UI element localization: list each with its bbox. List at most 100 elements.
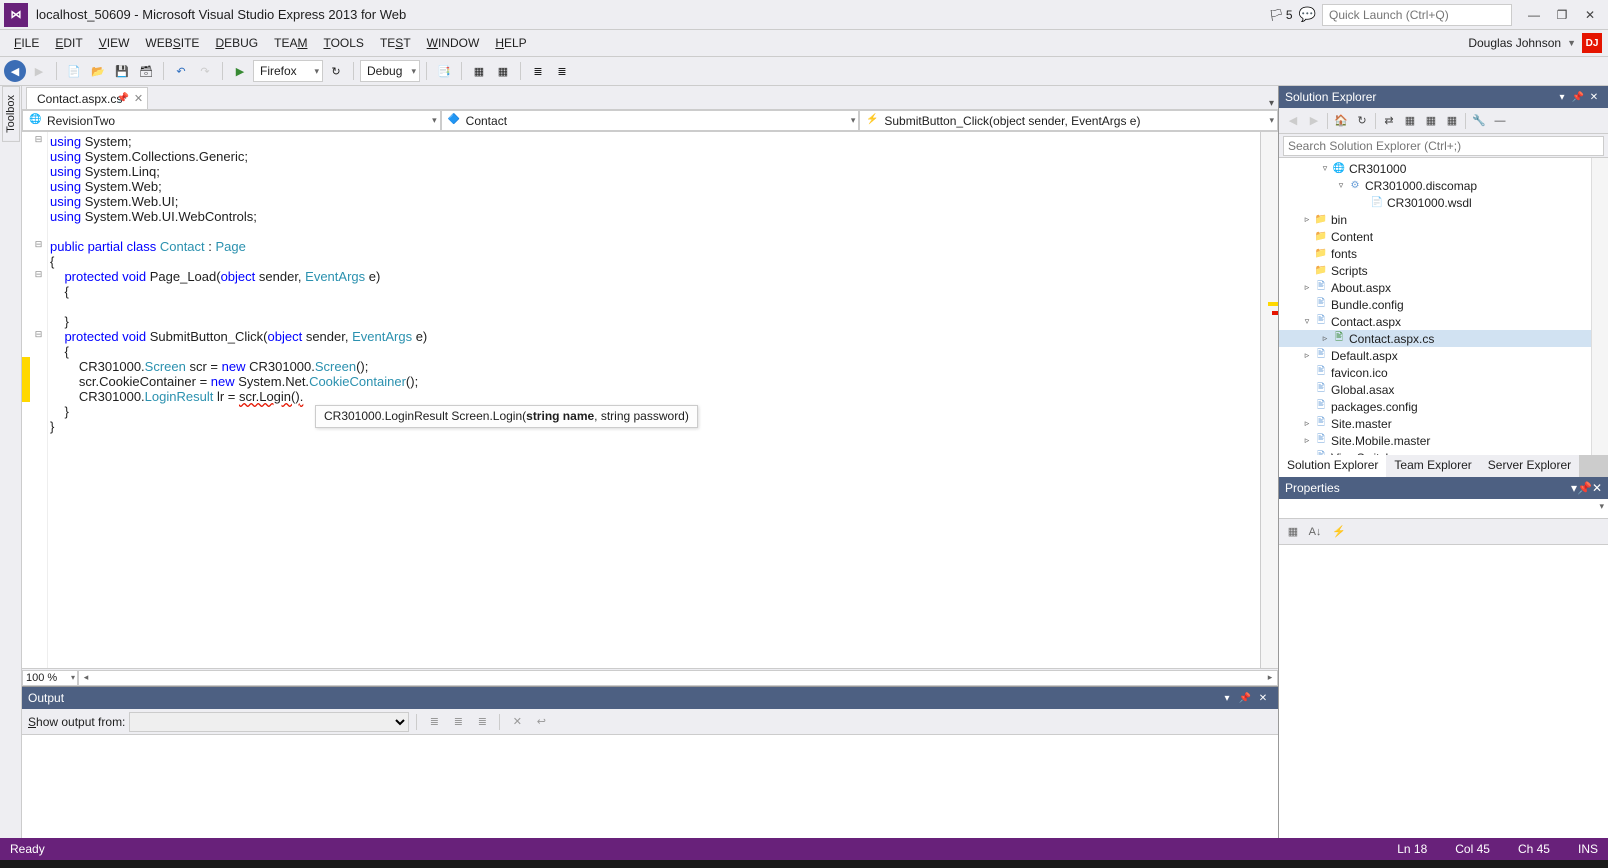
expand-icon[interactable]: ▹: [1301, 452, 1313, 455]
prop-close-icon[interactable]: ✕: [1592, 481, 1602, 495]
tree-item[interactable]: 🖹favicon.ico: [1279, 364, 1608, 381]
output-dropdown-icon[interactable]: ▾: [1218, 693, 1236, 704]
output-btn-5[interactable]: ↩: [531, 712, 551, 732]
output-btn-4[interactable]: ✕: [507, 712, 527, 732]
se-show-all-icon[interactable]: ▦: [1400, 111, 1420, 131]
nav-class-combo[interactable]: 🔷Contact: [441, 110, 860, 131]
se-properties-icon[interactable]: 🔧: [1469, 111, 1489, 131]
tree-item[interactable]: 🖹Bundle.config: [1279, 296, 1608, 313]
new-project-button[interactable]: 📄: [63, 60, 85, 82]
tree-item[interactable]: 📁fonts: [1279, 245, 1608, 262]
tree-item[interactable]: ▹🖹Contact.aspx.cs: [1279, 330, 1608, 347]
zoom-combo[interactable]: 100 %: [22, 670, 78, 686]
horizontal-scrollbar[interactable]: ◂▸: [78, 670, 1278, 686]
menu-help[interactable]: HELP: [487, 32, 534, 54]
tree-item[interactable]: ▹🖹About.aspx: [1279, 279, 1608, 296]
tabs-overflow-icon[interactable]: ▾: [1269, 98, 1278, 109]
save-all-button[interactable]: 🗃: [135, 60, 157, 82]
config-selector[interactable]: Debug: [360, 60, 420, 82]
file-tab-contact[interactable]: Contact.aspx.cs* 📌 ✕: [26, 87, 148, 109]
tree-item[interactable]: ▿🌐CR301000: [1279, 160, 1608, 177]
open-button[interactable]: 📂: [87, 60, 109, 82]
se-pin-icon[interactable]: 📌: [1570, 92, 1586, 103]
undo-button[interactable]: ↶: [170, 60, 192, 82]
prop-az-icon[interactable]: A↓: [1305, 522, 1325, 542]
menu-website[interactable]: WEBSITE: [137, 32, 207, 54]
se-collapse-icon[interactable]: ▦: [1442, 111, 1462, 131]
se-nest-icon[interactable]: ▦: [1421, 111, 1441, 131]
menu-tools[interactable]: TOOLS: [315, 32, 371, 54]
expand-icon[interactable]: ▿: [1319, 163, 1331, 174]
expand-icon[interactable]: ▿: [1335, 180, 1347, 191]
prop-pin-icon[interactable]: 📌: [1577, 481, 1592, 495]
expand-icon[interactable]: ▹: [1301, 350, 1313, 361]
refresh-button[interactable]: ↻: [325, 60, 347, 82]
se-back-icon[interactable]: ◀: [1283, 111, 1303, 131]
tree-item[interactable]: 📁Scripts: [1279, 262, 1608, 279]
output-source-select[interactable]: [129, 712, 409, 732]
expand-icon[interactable]: ▹: [1301, 418, 1313, 429]
tree-item[interactable]: ▿🖹Contact.aspx: [1279, 313, 1608, 330]
menu-debug[interactable]: DEBUG: [207, 32, 266, 54]
tb-icon-1[interactable]: 📑: [433, 60, 455, 82]
vertical-scrollbar[interactable]: [1260, 132, 1278, 668]
close-button[interactable]: ✕: [1576, 4, 1604, 26]
prop-cat-icon[interactable]: ▦: [1283, 522, 1303, 542]
tree-item[interactable]: ▿⚙CR301000.discomap: [1279, 177, 1608, 194]
menu-view[interactable]: VIEW: [91, 32, 138, 54]
fold-icon[interactable]: ⊟: [30, 267, 47, 282]
expand-icon[interactable]: ▹: [1301, 435, 1313, 446]
nav-back-button[interactable]: ◀: [4, 60, 26, 82]
user-dropdown-icon[interactable]: ▼: [1567, 38, 1576, 48]
pin-icon[interactable]: 📌: [117, 93, 129, 104]
fold-icon[interactable]: ⊟: [30, 237, 47, 252]
user-badge[interactable]: DJ: [1582, 33, 1602, 53]
se-home-icon[interactable]: 🏠: [1331, 111, 1351, 131]
tb-icon-4[interactable]: ≣: [527, 60, 549, 82]
se-refresh-icon[interactable]: ↻: [1352, 111, 1372, 131]
fold-icon[interactable]: ⊟: [30, 132, 47, 147]
tree-item[interactable]: ▹🖹ViewSwitcher.ascx: [1279, 449, 1608, 455]
redo-button[interactable]: ↷: [194, 60, 216, 82]
expand-icon[interactable]: ▹: [1301, 282, 1313, 293]
se-sync-icon[interactable]: ⇄: [1379, 111, 1399, 131]
expand-icon[interactable]: ▹: [1319, 333, 1331, 344]
tb-icon-5[interactable]: ≣: [551, 60, 573, 82]
output-btn-1[interactable]: ≣: [424, 712, 444, 732]
tree-item[interactable]: ▹🖹Site.Mobile.master: [1279, 432, 1608, 449]
output-btn-2[interactable]: ≣: [448, 712, 468, 732]
menu-file[interactable]: FILE: [6, 32, 47, 54]
output-btn-3[interactable]: ≣: [472, 712, 492, 732]
code-text[interactable]: using System; using System.Collections.G…: [48, 132, 1260, 668]
minimize-button[interactable]: —: [1520, 4, 1548, 26]
output-body[interactable]: [22, 735, 1278, 838]
save-button[interactable]: 💾: [111, 60, 133, 82]
prop-object-combo[interactable]: [1279, 499, 1608, 519]
se-scrollbar[interactable]: [1591, 158, 1608, 455]
output-pin-icon[interactable]: 📌: [1236, 693, 1254, 704]
notification-flag[interactable]: 🏳5: [1269, 8, 1293, 22]
expand-icon[interactable]: ▹: [1301, 214, 1313, 225]
menu-test[interactable]: TEST: [372, 32, 419, 54]
se-preview-icon[interactable]: —: [1490, 111, 1510, 131]
output-close-icon[interactable]: ✕: [1254, 693, 1272, 704]
se-search-input[interactable]: [1283, 136, 1604, 156]
tb-icon-2[interactable]: ▦: [468, 60, 490, 82]
nav-method-combo[interactable]: ⚡SubmitButton_Click(object sender, Event…: [859, 110, 1278, 131]
tree-item[interactable]: ▹🖹Site.master: [1279, 415, 1608, 432]
tab-team-explorer[interactable]: Team Explorer: [1386, 455, 1479, 477]
tree-item[interactable]: ▹🖹Default.aspx: [1279, 347, 1608, 364]
tree-item[interactable]: 🖹Global.asax: [1279, 381, 1608, 398]
toolbox-tab[interactable]: Toolbox: [2, 86, 20, 142]
quick-launch-input[interactable]: [1322, 4, 1512, 26]
code-editor[interactable]: ⊟ ⊟ ⊟ ⊟ using System; using System.Colle…: [22, 132, 1278, 668]
browser-selector[interactable]: Firefox: [253, 60, 323, 82]
prop-events-icon[interactable]: ⚡: [1329, 522, 1349, 542]
user-name[interactable]: Douglas Johnson: [1468, 36, 1561, 50]
tree-item[interactable]: 📄CR301000.wsdl: [1279, 194, 1608, 211]
tab-close-icon[interactable]: ✕: [134, 92, 143, 105]
menu-window[interactable]: WINDOW: [419, 32, 488, 54]
nav-project-combo[interactable]: 🌐RevisionTwo: [22, 110, 441, 131]
feedback-icon[interactable]: 💬: [1299, 6, 1316, 23]
se-fwd-icon[interactable]: ▶: [1304, 111, 1324, 131]
